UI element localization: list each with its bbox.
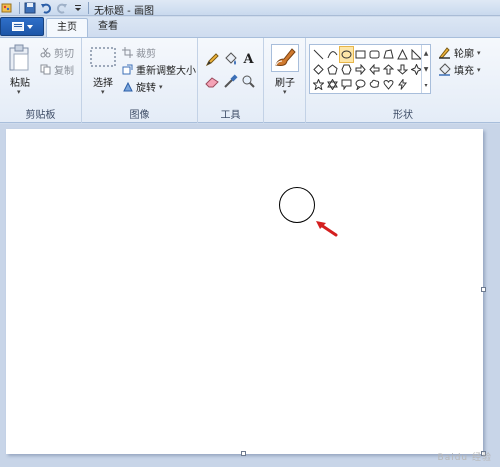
window-title: 无标题 - 画图: [94, 6, 154, 17]
tools-group: A 工具: [198, 38, 264, 123]
scissors-icon: [40, 47, 51, 58]
title-bar: 无标题 - 画图: [0, 0, 500, 17]
annotation-arrow-icon: [316, 221, 338, 237]
polygon-shape-icon[interactable]: [382, 47, 395, 62]
undo-icon[interactable]: [39, 1, 53, 15]
triangle-shape-icon[interactable]: [396, 47, 409, 62]
eraser-icon[interactable]: [205, 74, 220, 89]
fill-button[interactable]: 填充 ▾: [438, 62, 481, 77]
lightning-shape-icon[interactable]: [396, 77, 409, 92]
down-arrow-shape-icon[interactable]: [396, 62, 409, 77]
paste-dropdown-chevron-icon[interactable]: ▾: [17, 88, 21, 96]
crop-icon: [122, 47, 133, 58]
rectangle-shape-icon[interactable]: [354, 47, 367, 62]
crop-button[interactable]: 裁剪: [122, 45, 156, 60]
diamond-shape-icon[interactable]: [312, 62, 325, 77]
tools-palette: A: [205, 52, 261, 100]
drawing-canvas[interactable]: [6, 129, 483, 454]
drawn-circle-shape[interactable]: [279, 187, 315, 223]
resize-button[interactable]: 重新调整大小: [122, 62, 196, 77]
shapes-gallery-scroll[interactable]: ▲ ▼ ▾: [421, 45, 430, 93]
shapes-group-label: 形状: [393, 110, 413, 121]
quick-access-toolbar: [0, 1, 87, 15]
brushes-dropdown-chevron-icon[interactable]: ▾: [283, 88, 287, 96]
left-arrow-shape-icon[interactable]: [368, 62, 381, 77]
brushes-group: 刷子 ▾: [264, 38, 306, 123]
five-point-star-shape-icon[interactable]: [312, 77, 325, 92]
outline-icon: [439, 47, 450, 59]
brushes-button-label[interactable]: 刷子: [268, 74, 302, 89]
select-icon[interactable]: [90, 47, 116, 70]
select-dropdown-chevron-icon[interactable]: ▾: [101, 88, 105, 96]
fill-label: 填充: [454, 66, 474, 77]
scroll-down-icon[interactable]: ▼: [424, 66, 429, 73]
callout-oval-shape-icon[interactable]: [354, 77, 367, 92]
outline-label: 轮廓: [454, 49, 474, 60]
shapes-gallery: ▲ ▼ ▾: [309, 44, 431, 94]
fill-bucket-icon: [439, 63, 451, 76]
clipboard-group: 粘贴 ▾ 剪切 复制 剪贴板: [0, 38, 82, 123]
paste-button-label[interactable]: 粘贴: [6, 74, 34, 89]
up-arrow-shape-icon[interactable]: [382, 62, 395, 77]
canvas-resize-handle-right[interactable]: [481, 287, 486, 292]
paint-app-icon[interactable]: [0, 1, 14, 15]
rotate-label: 旋转: [136, 83, 156, 94]
chevron-down-icon: [26, 24, 33, 29]
fill-icon[interactable]: [223, 52, 238, 67]
rounded-rectangle-shape-icon[interactable]: [368, 47, 381, 62]
pentagon-shape-icon[interactable]: [326, 62, 339, 77]
six-point-star-shape-icon[interactable]: [326, 77, 339, 92]
fill-dropdown-chevron-icon: ▾: [477, 65, 481, 74]
color-picker-icon[interactable]: [223, 74, 238, 89]
clipboard-group-label: 剪贴板: [25, 110, 56, 121]
workspace: [0, 124, 500, 467]
callout-cloud-shape-icon[interactable]: [368, 77, 381, 92]
rotate-dropdown-chevron-icon: ▾: [159, 82, 163, 91]
customize-toolbar-chevron-icon[interactable]: [71, 1, 85, 15]
select-button-label[interactable]: 选择: [88, 74, 118, 89]
copy-label: 复制: [54, 66, 74, 77]
tab-view[interactable]: 查看: [88, 18, 128, 37]
text-icon[interactable]: A: [241, 52, 256, 67]
toolbar-divider: [19, 2, 20, 14]
copy-icon: [40, 64, 51, 75]
ribbon: 粘贴 ▾ 剪切 复制 剪贴板 选择 ▾ 裁剪 重新调整大小 旋转 ▾ 图像 A …: [0, 37, 500, 123]
outline-dropdown-chevron-icon: ▾: [477, 48, 481, 57]
tab-home[interactable]: 主页: [46, 18, 88, 37]
redo-icon[interactable]: [55, 1, 69, 15]
heart-shape-icon[interactable]: [382, 77, 395, 92]
copy-button[interactable]: 复制: [40, 62, 74, 77]
tools-group-label: 工具: [220, 110, 241, 121]
watermark-logo: Baidu 经验: [437, 453, 492, 463]
resize-label: 重新调整大小: [136, 66, 196, 77]
right-arrow-shape-icon[interactable]: [354, 62, 367, 77]
scroll-up-icon[interactable]: ▲: [424, 50, 429, 57]
rotate-button[interactable]: 旋转 ▾: [122, 79, 163, 94]
title-divider: [88, 2, 89, 14]
resize-icon: [122, 64, 133, 75]
oval-shape-icon[interactable]: [339, 46, 354, 63]
curve-shape-icon[interactable]: [326, 47, 339, 62]
cut-label: 剪切: [54, 49, 74, 60]
outline-button[interactable]: 轮廓 ▾: [438, 45, 481, 60]
pencil-icon[interactable]: [205, 52, 220, 67]
line-shape-icon[interactable]: [312, 47, 325, 62]
magnifier-icon[interactable]: [241, 74, 256, 89]
hexagon-shape-icon[interactable]: [340, 62, 353, 77]
paste-icon[interactable]: [8, 44, 32, 75]
brush-icon[interactable]: [271, 44, 299, 72]
expand-gallery-icon[interactable]: ▾: [424, 82, 427, 89]
rotate-icon: [123, 81, 133, 92]
canvas-resize-handle-bottom[interactable]: [241, 451, 246, 456]
cut-button[interactable]: 剪切: [40, 45, 74, 60]
paint-menu-button[interactable]: [0, 17, 44, 36]
paint-menu-icon: [11, 22, 24, 31]
crop-label: 裁剪: [136, 49, 156, 60]
ribbon-tab-row: 主页 查看: [0, 17, 500, 37]
callout-rectangle-shape-icon[interactable]: [340, 77, 353, 92]
save-icon[interactable]: [23, 1, 37, 15]
image-group: 选择 ▾ 裁剪 重新调整大小 旋转 ▾ 图像: [82, 38, 198, 123]
image-group-label: 图像: [129, 110, 150, 121]
